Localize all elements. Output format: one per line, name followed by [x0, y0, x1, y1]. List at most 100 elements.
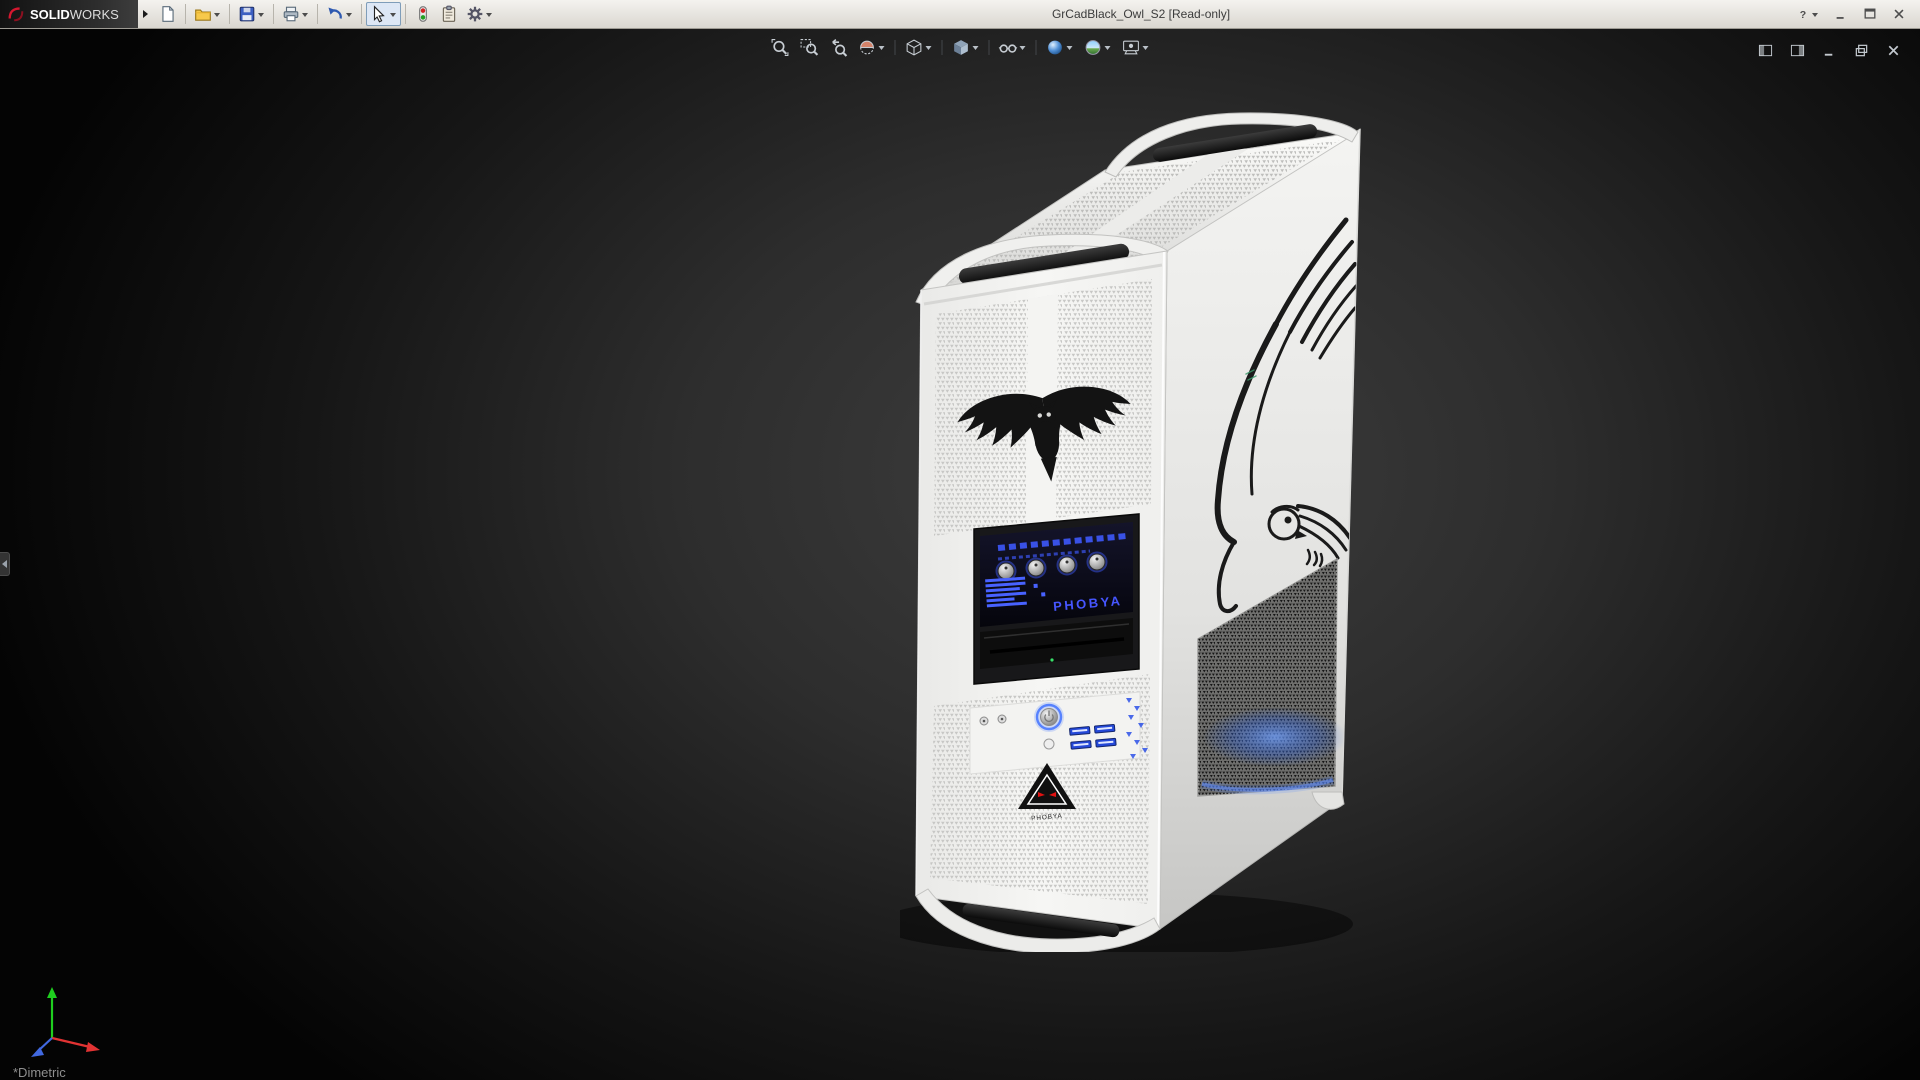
- expand-display-pane-button[interactable]: [1786, 38, 1809, 62]
- toolbar-separator: [185, 4, 186, 24]
- section-view-button[interactable]: [854, 36, 890, 58]
- close-document-button[interactable]: [1882, 38, 1905, 62]
- restore-document-button[interactable]: [1850, 38, 1873, 62]
- floppy-icon: [238, 5, 256, 23]
- help-button[interactable]: ?: [1794, 5, 1821, 23]
- reset-button[interactable]: [1044, 739, 1054, 749]
- zoom-to-fit-button[interactable]: [767, 36, 794, 58]
- window-controls: ?: [1794, 5, 1920, 23]
- feature-panel-flyout-tab[interactable]: [0, 552, 10, 576]
- previous-view-button[interactable]: [825, 36, 852, 58]
- gear-icon: [466, 5, 484, 23]
- toolbar-separator: [989, 40, 990, 55]
- svg-text:?: ?: [1800, 9, 1806, 21]
- help-icon: ?: [1796, 7, 1810, 21]
- solidworks-window: SOLIDWORKS GrCadBlack_Owl_S2 [Read-only]…: [0, 0, 1920, 1080]
- undo-button[interactable]: [322, 2, 357, 26]
- cursor-icon: [370, 5, 388, 23]
- document-window-controls: [1754, 38, 1905, 62]
- open-button[interactable]: [190, 2, 225, 26]
- main-toolbar: [155, 2, 497, 26]
- brand-text-bold: SOLID: [30, 7, 70, 22]
- section-view-icon: [858, 38, 877, 57]
- caret-down-icon[interactable]: [214, 13, 220, 17]
- caret-down-icon[interactable]: [1020, 46, 1026, 50]
- graphics-viewport[interactable]: PHOBYA: [0, 29, 1920, 1080]
- toolbar-separator: [1036, 40, 1037, 55]
- options-button[interactable]: [462, 2, 497, 26]
- toolbar-separator: [405, 4, 406, 24]
- select-button[interactable]: [366, 2, 401, 26]
- caret-down-icon[interactable]: [486, 13, 492, 17]
- view-orientation-button[interactable]: [901, 36, 937, 58]
- rebuild-button[interactable]: [410, 2, 436, 26]
- view-cube-icon: [905, 38, 924, 57]
- toolbar-separator: [895, 40, 896, 55]
- minimize-document-button[interactable]: [1818, 38, 1841, 62]
- caret-down-icon[interactable]: [1143, 46, 1149, 50]
- caret-down-icon[interactable]: [258, 13, 264, 17]
- front-panel: PHOBYA: [916, 251, 1167, 929]
- minimize-icon: [1822, 43, 1837, 58]
- clipboard-icon: [440, 5, 458, 23]
- maximize-icon: [1863, 7, 1877, 21]
- caret-down-icon[interactable]: [346, 13, 352, 17]
- glasses-icon: [999, 38, 1018, 57]
- apply-scene-button[interactable]: [1080, 36, 1116, 58]
- pane-left-icon: [1758, 43, 1773, 58]
- rebuild-icon: [414, 5, 432, 23]
- toolbar-separator: [361, 4, 362, 24]
- close-icon: [1892, 7, 1906, 21]
- zoom-to-area-button[interactable]: [796, 36, 823, 58]
- title-bar: SOLIDWORKS GrCadBlack_Owl_S2 [Read-only]…: [0, 0, 1920, 29]
- save-button[interactable]: [234, 2, 269, 26]
- zoom-fit-icon: [771, 38, 790, 57]
- toolbar-separator: [273, 4, 274, 24]
- close-window-button[interactable]: [1890, 5, 1908, 23]
- printer-icon: [282, 5, 300, 23]
- solidworks-logo-icon: [7, 5, 25, 23]
- brand-text-light: WORKS: [70, 7, 119, 22]
- toolbar-separator: [317, 4, 318, 24]
- power-button[interactable]: [1037, 705, 1061, 729]
- orientation-triad: [26, 982, 116, 1066]
- caret-down-icon[interactable]: [1812, 13, 1818, 17]
- expand-feature-pane-button[interactable]: [1754, 38, 1777, 62]
- appearance-ball-icon: [1046, 38, 1065, 57]
- caret-down-icon[interactable]: [1105, 46, 1111, 50]
- zoom-area-icon: [800, 38, 819, 57]
- toolbar-separator: [229, 4, 230, 24]
- heads-up-view-toolbar: [767, 36, 1154, 58]
- brand-text: SOLIDWORKS: [30, 7, 119, 22]
- minimize-window-button[interactable]: [1832, 5, 1850, 23]
- hide-show-items-button[interactable]: [995, 36, 1031, 58]
- brand: SOLIDWORKS: [0, 0, 138, 28]
- caret-down-icon[interactable]: [1067, 46, 1073, 50]
- window-title: GrCadBlack_Owl_S2 [Read-only]: [1052, 0, 1230, 29]
- page-icon: [159, 5, 177, 23]
- pane-right-icon: [1790, 43, 1805, 58]
- edit-appearance-button[interactable]: [1042, 36, 1078, 58]
- model-3d-pc-case[interactable]: PHOBYA: [900, 92, 1380, 952]
- restore-icon: [1854, 43, 1869, 58]
- view-settings-icon: [1122, 38, 1141, 57]
- caret-down-icon[interactable]: [390, 13, 396, 17]
- orientation-label: *Dimetric: [13, 1065, 66, 1079]
- caret-down-icon[interactable]: [973, 46, 979, 50]
- file-properties-button[interactable]: [436, 2, 462, 26]
- caret-down-icon[interactable]: [926, 46, 932, 50]
- minimize-icon: [1834, 7, 1848, 21]
- chevron-left-icon: [2, 560, 7, 568]
- display-style-button[interactable]: [948, 36, 984, 58]
- print-button[interactable]: [278, 2, 313, 26]
- maximize-window-button[interactable]: [1861, 5, 1879, 23]
- fan-controller-lcd[interactable]: PHOBYA: [974, 514, 1139, 684]
- view-settings-button[interactable]: [1118, 36, 1154, 58]
- new-document-button[interactable]: [155, 2, 181, 26]
- caret-down-icon[interactable]: [879, 46, 885, 50]
- previous-view-icon: [829, 38, 848, 57]
- menu-flyout-arrow[interactable]: [143, 10, 148, 18]
- scene-ball-icon: [1084, 38, 1103, 57]
- close-icon: [1886, 43, 1901, 58]
- caret-down-icon[interactable]: [302, 13, 308, 17]
